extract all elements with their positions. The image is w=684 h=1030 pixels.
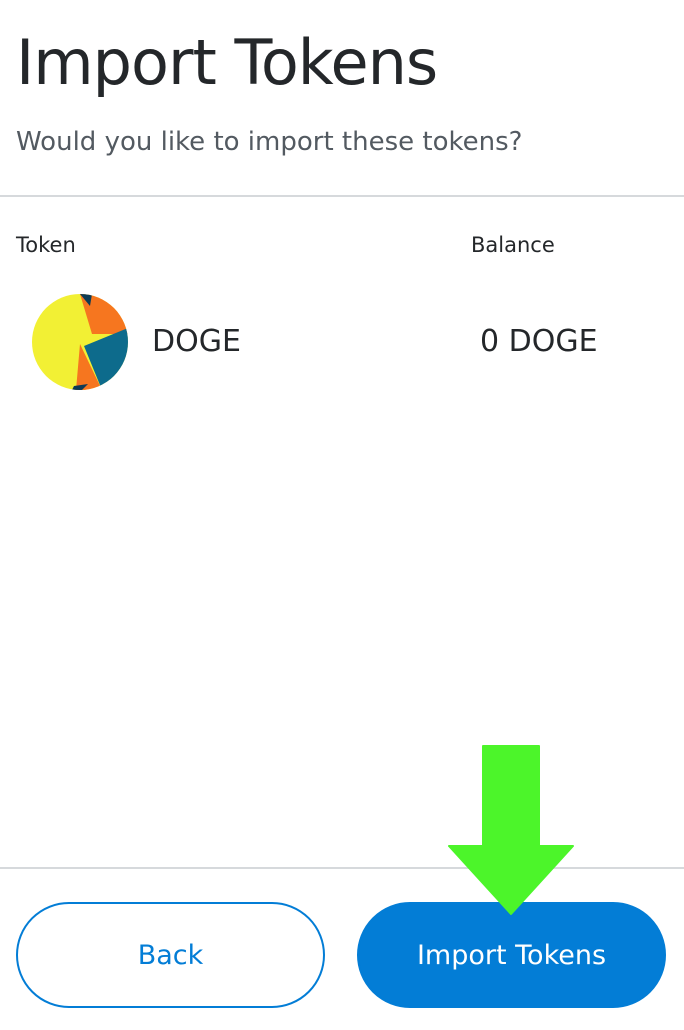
column-header-token: Token	[16, 233, 76, 257]
arrow-down-icon	[448, 745, 574, 915]
column-header-balance: Balance	[471, 233, 555, 257]
header-divider	[0, 195, 684, 197]
token-identicon-icon	[32, 294, 128, 390]
footer-divider	[0, 867, 684, 869]
import-tokens-page: Import Tokens Would you like to import t…	[0, 0, 684, 1030]
token-symbol: DOGE	[152, 324, 241, 359]
import-tokens-button[interactable]: Import Tokens	[357, 902, 666, 1008]
page-title: Import Tokens	[16, 26, 438, 99]
token-row: DOGE 0 DOGE	[0, 292, 684, 392]
page-subtitle: Would you like to import these tokens?	[16, 127, 523, 157]
back-button[interactable]: Back	[16, 902, 325, 1008]
token-balance: 0 DOGE	[480, 324, 598, 359]
